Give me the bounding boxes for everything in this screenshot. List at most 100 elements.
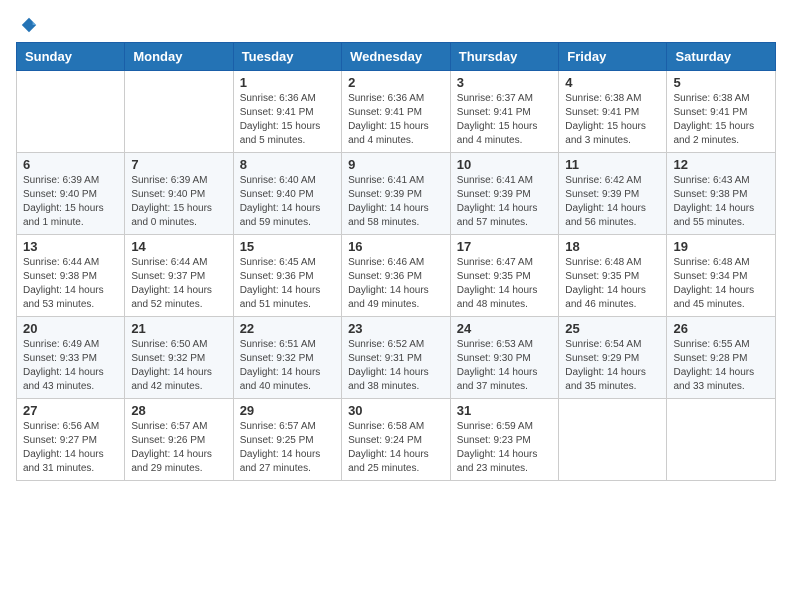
calendar-cell: 5 Sunrise: 6:38 AM Sunset: 9:41 PM Daylig… (667, 71, 776, 153)
day-number: 9 (348, 157, 444, 172)
calendar-week-row: 1Sunrise: 6:36 AM Sunset: 9:41 PM Daylig… (17, 71, 776, 153)
calendar-header-wednesday: Wednesday (342, 43, 451, 71)
day-number: 4 (565, 75, 660, 90)
day-number: 17 (457, 239, 553, 254)
calendar-week-row: 13 Sunrise: 6:44 AM Sunset: 9:38 PM Dayli… (17, 235, 776, 317)
calendar-cell: 8 Sunrise: 6:40 AM Sunset: 9:40 PM Daylig… (233, 153, 341, 235)
day-number: 12 (673, 157, 769, 172)
day-info: Sunrise: 6:37 AM Sunset: 9:41 PM Dayligh… (457, 92, 553, 148)
day-info: Sunrise: 6:56 AM Sunset: 9:27 PM Dayligh… (23, 420, 118, 476)
day-number: 19 (673, 239, 769, 254)
day-info: Sunrise: 6:51 AM Sunset: 9:32 PM Dayligh… (240, 338, 335, 394)
day-number: 13 (23, 239, 118, 254)
day-info: Sunrise: 6:49 AM Sunset: 9:33 PM Dayligh… (23, 338, 118, 394)
calendar-cell: 16 Sunrise: 6:46 AM Sunset: 9:36 PM Dayli… (342, 235, 451, 317)
logo-icon (20, 16, 38, 34)
calendar-cell (125, 71, 233, 153)
day-info: Sunrise: 6:38 AM Sunset: 9:41 PM Dayligh… (673, 92, 769, 148)
calendar-cell: 13 Sunrise: 6:44 AM Sunset: 9:38 PM Dayli… (17, 235, 125, 317)
day-number: 5 (673, 75, 769, 90)
day-number: 15 (240, 239, 335, 254)
day-info: Sunrise: 6:38 AM Sunset: 9:41 PM Dayligh… (565, 92, 660, 148)
day-number: 20 (23, 321, 118, 336)
calendar-cell: 26Sunrise: 6:55 AM Sunset: 9:28 PM Dayli… (667, 317, 776, 399)
calendar-header-row: SundayMondayTuesdayWednesdayThursdayFrid… (17, 43, 776, 71)
calendar-header-saturday: Saturday (667, 43, 776, 71)
day-info: Sunrise: 6:53 AM Sunset: 9:30 PM Dayligh… (457, 338, 553, 394)
day-number: 7 (131, 157, 226, 172)
calendar-cell: 2Sunrise: 6:36 AM Sunset: 9:41 PM Daylig… (342, 71, 451, 153)
calendar-cell: 19Sunrise: 6:48 AM Sunset: 9:34 PM Dayli… (667, 235, 776, 317)
day-number: 14 (131, 239, 226, 254)
calendar-cell: 18Sunrise: 6:48 AM Sunset: 9:35 PM Dayli… (559, 235, 667, 317)
day-number: 11 (565, 157, 660, 172)
calendar-cell: 14 Sunrise: 6:44 AM Sunset: 9:37 PM Dayli… (125, 235, 233, 317)
day-info: Sunrise: 6:44 AM Sunset: 9:37 PM Dayligh… (131, 256, 226, 312)
day-info: Sunrise: 6:44 AM Sunset: 9:38 PM Dayligh… (23, 256, 118, 312)
calendar-cell: 24 Sunrise: 6:53 AM Sunset: 9:30 PM Dayli… (450, 317, 559, 399)
day-number: 25 (565, 321, 660, 336)
day-number: 21 (131, 321, 226, 336)
day-number: 3 (457, 75, 553, 90)
calendar-week-row: 20 Sunrise: 6:49 AM Sunset: 9:33 PM Dayli… (17, 317, 776, 399)
calendar-header-friday: Friday (559, 43, 667, 71)
day-number: 28 (131, 403, 226, 418)
calendar-cell: 21 Sunrise: 6:50 AM Sunset: 9:32 PM Dayli… (125, 317, 233, 399)
day-number: 24 (457, 321, 553, 336)
day-number: 23 (348, 321, 444, 336)
day-info: Sunrise: 6:43 AM Sunset: 9:38 PM Dayligh… (673, 174, 769, 230)
calendar-cell: 29 Sunrise: 6:57 AM Sunset: 9:25 PM Dayli… (233, 399, 341, 481)
calendar-week-row: 6 Sunrise: 6:39 AM Sunset: 9:40 PM Daylig… (17, 153, 776, 235)
day-info: Sunrise: 6:36 AM Sunset: 9:41 PM Dayligh… (348, 92, 444, 148)
day-number: 16 (348, 239, 444, 254)
calendar-cell: 22 Sunrise: 6:51 AM Sunset: 9:32 PM Dayli… (233, 317, 341, 399)
day-info: Sunrise: 6:39 AM Sunset: 9:40 PM Dayligh… (131, 174, 226, 230)
calendar-header-monday: Monday (125, 43, 233, 71)
day-info: Sunrise: 6:59 AM Sunset: 9:23 PM Dayligh… (457, 420, 553, 476)
calendar-table: SundayMondayTuesdayWednesdayThursdayFrid… (16, 42, 776, 481)
calendar-cell: 1Sunrise: 6:36 AM Sunset: 9:41 PM Daylig… (233, 71, 341, 153)
calendar-cell: 23 Sunrise: 6:52 AM Sunset: 9:31 PM Dayli… (342, 317, 451, 399)
day-info: Sunrise: 6:40 AM Sunset: 9:40 PM Dayligh… (240, 174, 335, 230)
day-number: 27 (23, 403, 118, 418)
calendar-cell: 7 Sunrise: 6:39 AM Sunset: 9:40 PM Daylig… (125, 153, 233, 235)
calendar-cell: 4 Sunrise: 6:38 AM Sunset: 9:41 PM Daylig… (559, 71, 667, 153)
day-info: Sunrise: 6:54 AM Sunset: 9:29 PM Dayligh… (565, 338, 660, 394)
calendar-cell: 9 Sunrise: 6:41 AM Sunset: 9:39 PM Daylig… (342, 153, 451, 235)
calendar-cell: 31Sunrise: 6:59 AM Sunset: 9:23 PM Dayli… (450, 399, 559, 481)
calendar-cell: 28Sunrise: 6:57 AM Sunset: 9:26 PM Dayli… (125, 399, 233, 481)
calendar-cell: 17 Sunrise: 6:47 AM Sunset: 9:35 PM Dayli… (450, 235, 559, 317)
day-info: Sunrise: 6:47 AM Sunset: 9:35 PM Dayligh… (457, 256, 553, 312)
day-number: 22 (240, 321, 335, 336)
day-info: Sunrise: 6:42 AM Sunset: 9:39 PM Dayligh… (565, 174, 660, 230)
day-info: Sunrise: 6:36 AM Sunset: 9:41 PM Dayligh… (240, 92, 335, 148)
day-info: Sunrise: 6:46 AM Sunset: 9:36 PM Dayligh… (348, 256, 444, 312)
page-header (16, 16, 776, 34)
day-number: 30 (348, 403, 444, 418)
calendar-cell (17, 71, 125, 153)
day-number: 6 (23, 157, 118, 172)
day-number: 29 (240, 403, 335, 418)
calendar-cell: 30 Sunrise: 6:58 AM Sunset: 9:24 PM Dayli… (342, 399, 451, 481)
calendar-cell: 11 Sunrise: 6:42 AM Sunset: 9:39 PM Dayli… (559, 153, 667, 235)
day-info: Sunrise: 6:48 AM Sunset: 9:35 PM Dayligh… (565, 256, 660, 312)
day-number: 8 (240, 157, 335, 172)
calendar-cell: 20 Sunrise: 6:49 AM Sunset: 9:33 PM Dayli… (17, 317, 125, 399)
day-info: Sunrise: 6:52 AM Sunset: 9:31 PM Dayligh… (348, 338, 444, 394)
calendar-cell: 12 Sunrise: 6:43 AM Sunset: 9:38 PM Dayli… (667, 153, 776, 235)
day-info: Sunrise: 6:57 AM Sunset: 9:25 PM Dayligh… (240, 420, 335, 476)
calendar-header-sunday: Sunday (17, 43, 125, 71)
calendar-cell (559, 399, 667, 481)
day-info: Sunrise: 6:41 AM Sunset: 9:39 PM Dayligh… (348, 174, 444, 230)
day-info: Sunrise: 6:58 AM Sunset: 9:24 PM Dayligh… (348, 420, 444, 476)
day-info: Sunrise: 6:45 AM Sunset: 9:36 PM Dayligh… (240, 256, 335, 312)
calendar-cell: 25 Sunrise: 6:54 AM Sunset: 9:29 PM Dayli… (559, 317, 667, 399)
day-number: 10 (457, 157, 553, 172)
calendar-header-thursday: Thursday (450, 43, 559, 71)
day-info: Sunrise: 6:50 AM Sunset: 9:32 PM Dayligh… (131, 338, 226, 394)
calendar-cell: 3 Sunrise: 6:37 AM Sunset: 9:41 PM Daylig… (450, 71, 559, 153)
calendar-cell: 10Sunrise: 6:41 AM Sunset: 9:39 PM Dayli… (450, 153, 559, 235)
calendar-cell: 27 Sunrise: 6:56 AM Sunset: 9:27 PM Dayli… (17, 399, 125, 481)
day-number: 26 (673, 321, 769, 336)
calendar-cell: 6Sunrise: 6:39 AM Sunset: 9:40 PM Daylig… (17, 153, 125, 235)
